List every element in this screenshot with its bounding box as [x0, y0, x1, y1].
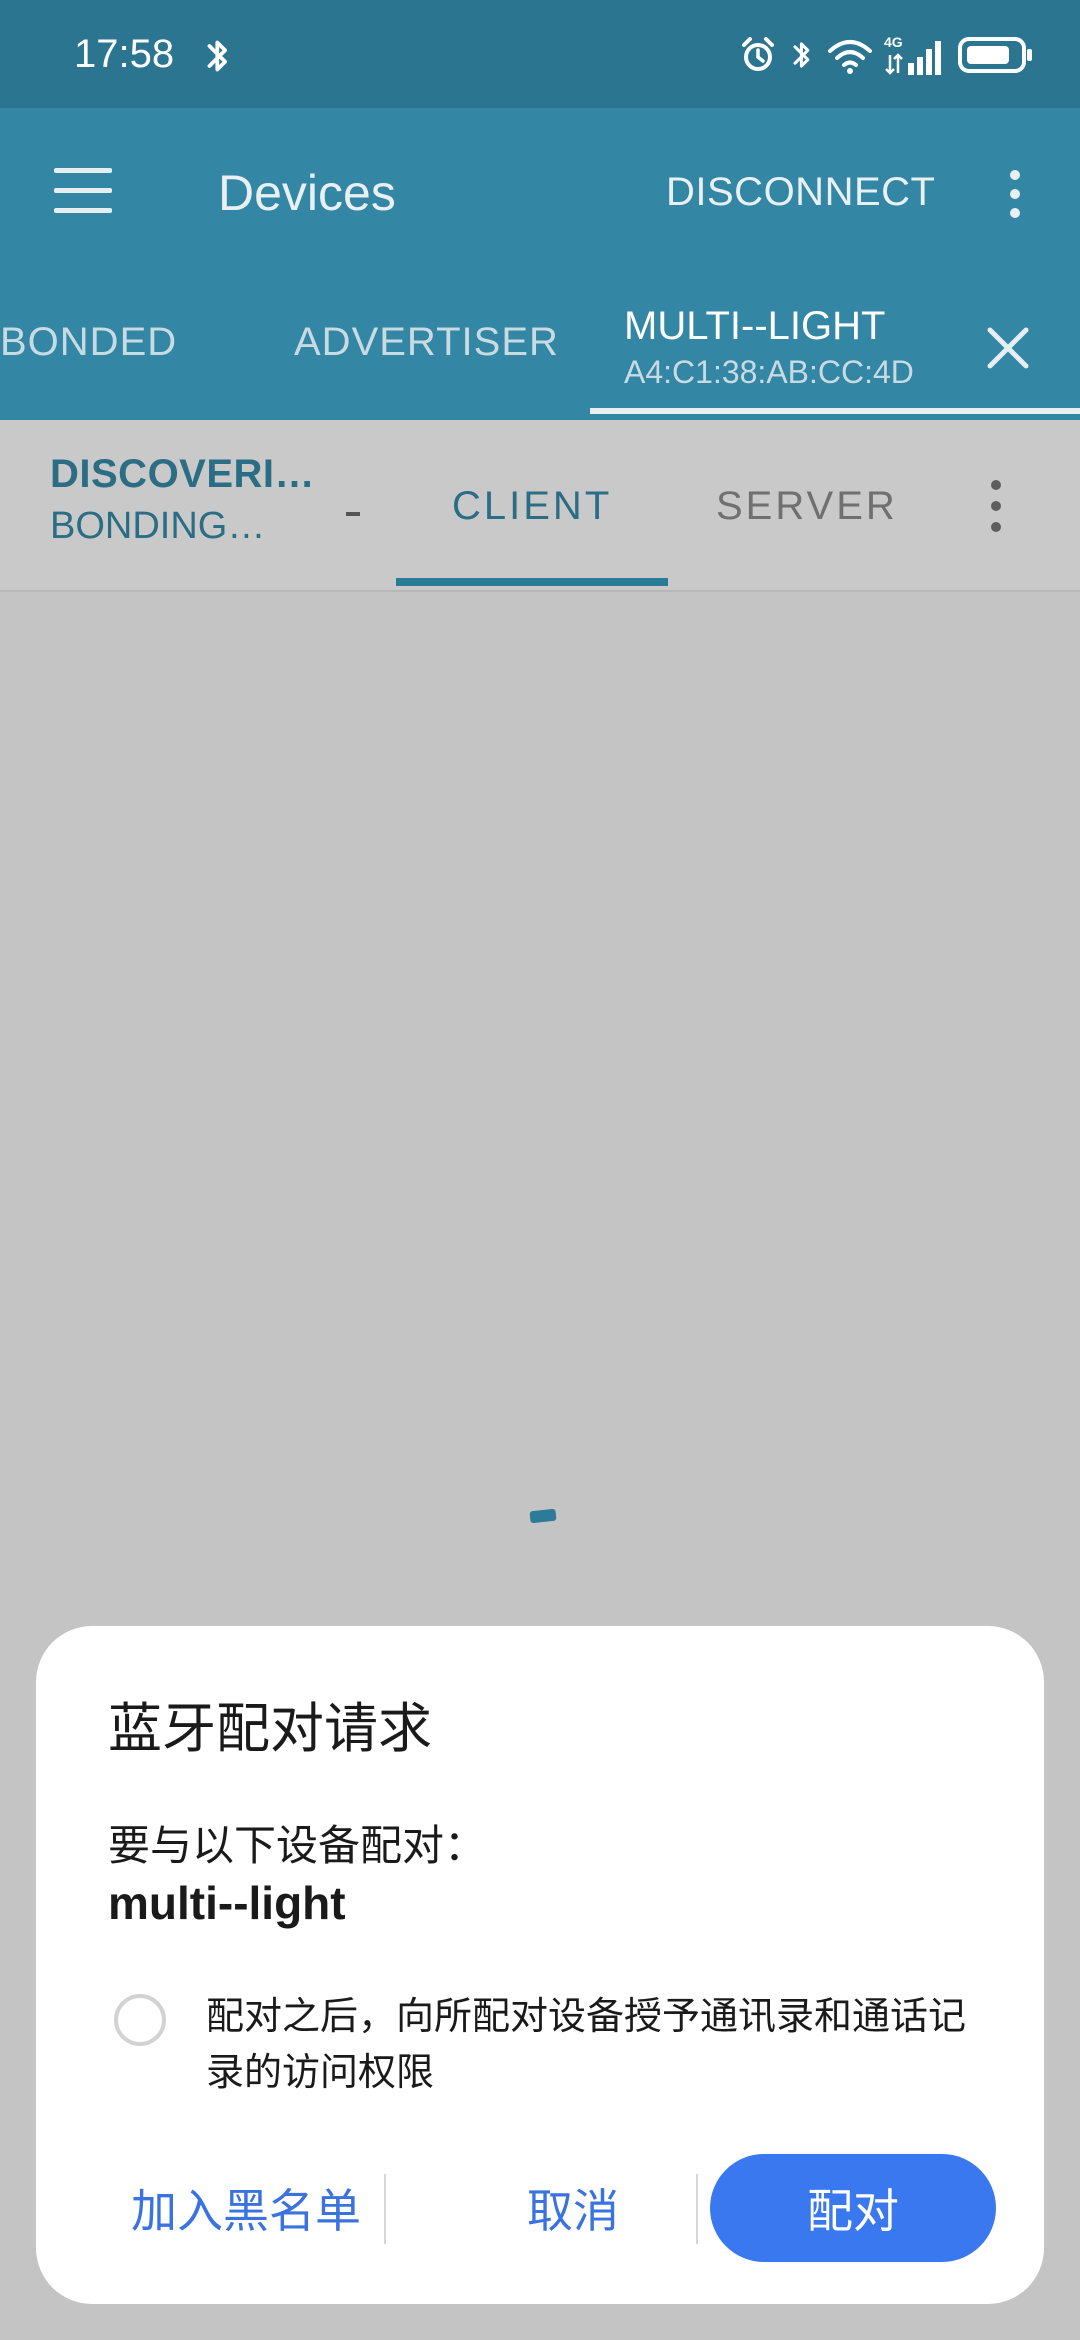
dialog-title: 蓝牙配对请求: [108, 1697, 432, 1760]
bluetooth-icon: [207, 40, 227, 72]
status-bonding: BONDING…: [50, 505, 266, 547]
dialog-message: 要与以下设备配对：: [108, 1821, 487, 1870]
connection-tab-bar: DISCOVERI… BONDING… CLIENT SERVER: [0, 420, 1080, 592]
status-indicator: [346, 512, 360, 516]
alarm-icon: [742, 37, 774, 71]
dialog-device-name: multi--light: [108, 1877, 346, 1929]
menu-icon[interactable]: [54, 168, 114, 214]
tab-advertiser[interactable]: ADVERTISER: [294, 320, 559, 365]
pairing-dialog: 蓝牙配对请求 要与以下设备配对： multi--light 配对之后，向所配对设…: [36, 1626, 1044, 2304]
permission-checkbox[interactable]: [114, 1994, 166, 2046]
app-bar: Devices DISCONNECT BONDED ADVERTISER MUL…: [0, 108, 1080, 420]
loading-spinner: [529, 1508, 557, 1524]
status-bar: 17:58 4G: [0, 0, 1080, 108]
status-discovering: DISCOVERI…: [50, 452, 316, 496]
permission-text: 配对之后，向所配对设备授予通讯录和通话记录的访问权限: [206, 1994, 967, 2094]
tab-device-address: A4:C1:38:AB:CC:4D: [624, 354, 914, 390]
button-divider: [384, 2174, 386, 2244]
tab-device-name[interactable]: MULTI--LIGHT: [624, 304, 885, 349]
tab-bonded[interactable]: BONDED: [0, 320, 177, 365]
tab-server[interactable]: SERVER: [716, 484, 898, 529]
block-button[interactable]: 加入黑名单: [96, 2154, 396, 2262]
bluetooth-icon: [793, 42, 810, 68]
svg-text:4G: 4G: [884, 34, 903, 50]
battery-icon: [958, 37, 1032, 73]
client-tab-indicator: [396, 578, 668, 586]
disconnect-button[interactable]: DISCONNECT: [666, 170, 935, 215]
sub-overflow-menu-icon[interactable]: [986, 476, 1006, 536]
wifi-icon: [828, 40, 872, 74]
pair-button[interactable]: 配对: [710, 2154, 996, 2262]
close-icon[interactable]: [986, 326, 1030, 370]
status-time: 17:58: [74, 32, 175, 76]
overflow-menu-icon[interactable]: [1000, 164, 1030, 224]
active-tab-indicator: [590, 408, 1080, 414]
tab-client[interactable]: CLIENT: [452, 484, 612, 529]
connection-status: DISCOVERI… BONDING…: [50, 452, 315, 548]
cancel-button[interactable]: 取消: [410, 2154, 736, 2262]
4g-signal-icon: 4G: [884, 34, 941, 75]
status-icons: 4G: [738, 30, 1034, 80]
button-divider: [696, 2174, 698, 2244]
page-title: Devices: [218, 165, 396, 221]
